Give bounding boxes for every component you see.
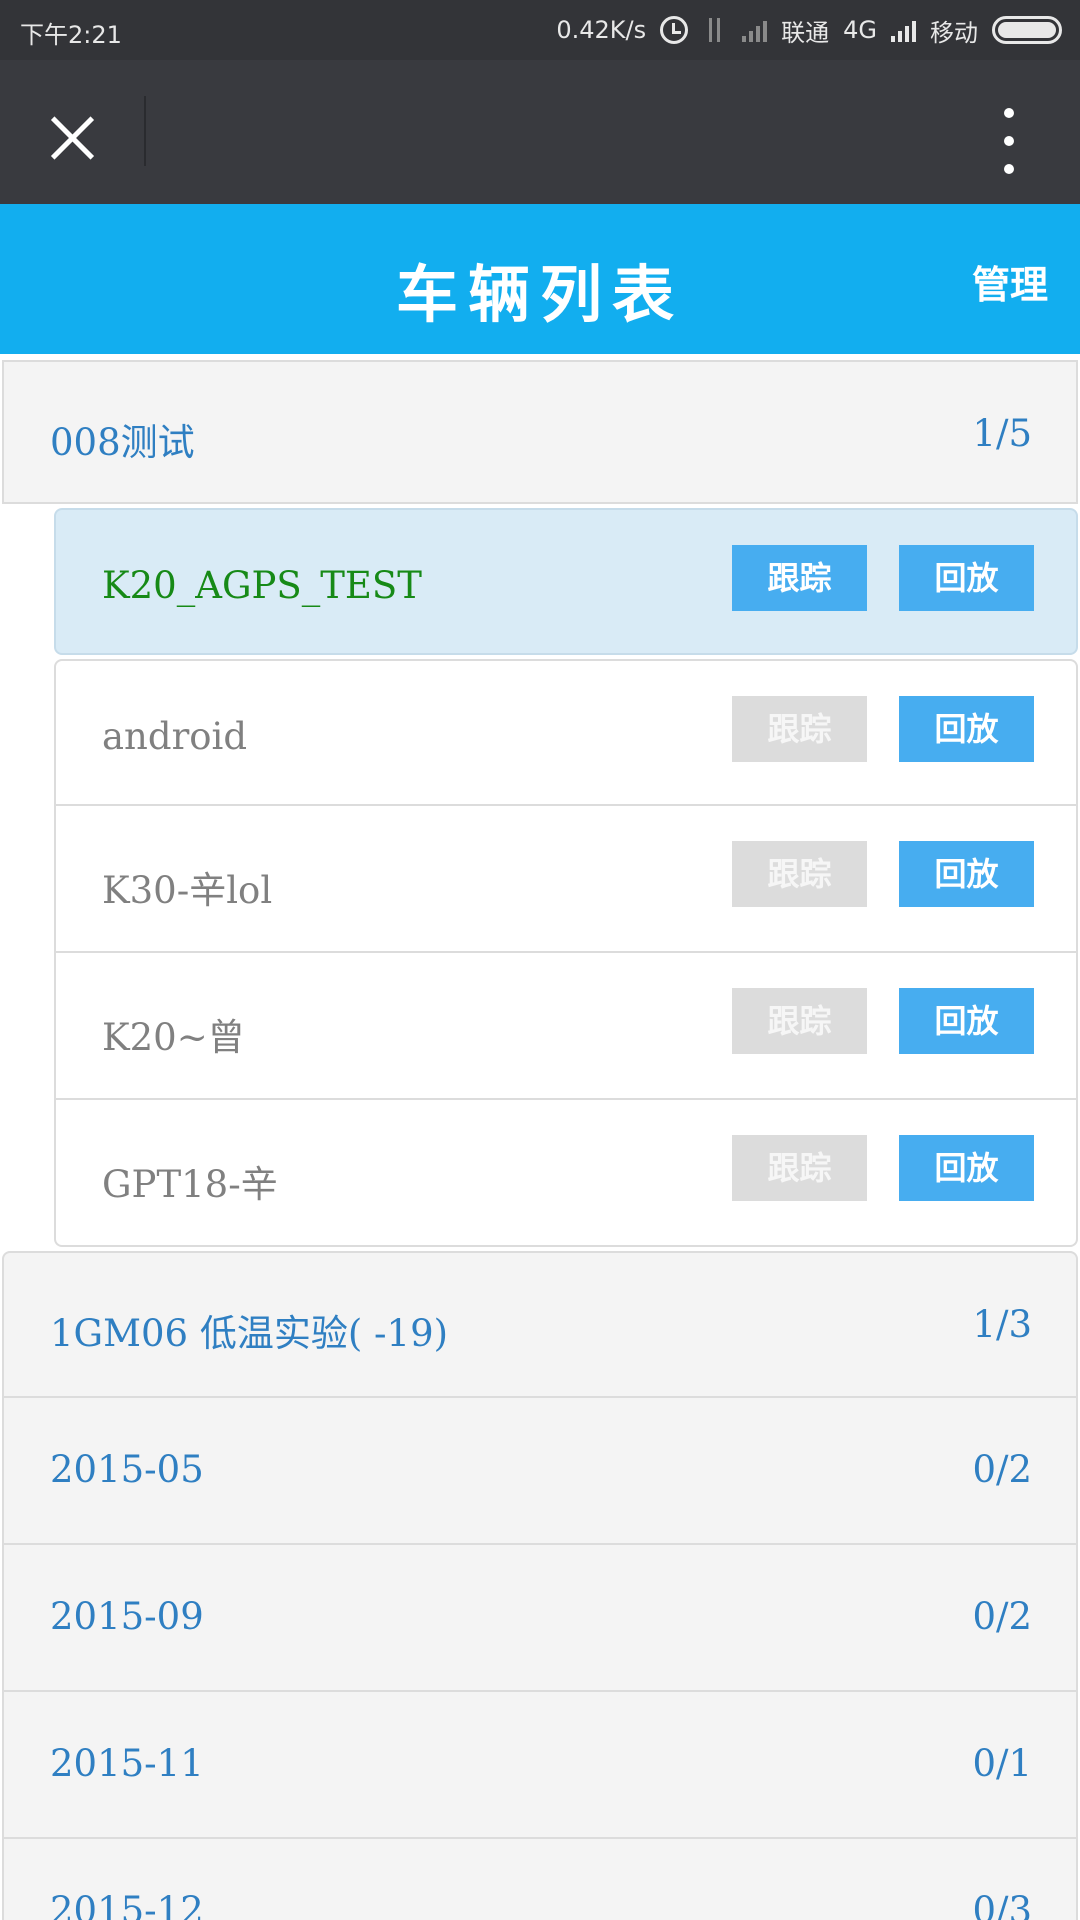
manage-button[interactable]: 管理 — [972, 254, 1048, 309]
group-count: 0/2 — [972, 1448, 1032, 1491]
vehicle-row[interactable]: K30-辛lol 跟踪 回放 — [54, 806, 1078, 953]
vehicle-name: K30-辛lol — [102, 869, 273, 912]
vehicle-list: K20_AGPS_TEST 跟踪 回放 android 跟踪 回放 K30-辛l… — [54, 508, 1078, 1247]
replay-button[interactable]: 回放 — [899, 696, 1034, 762]
signal-icon — [742, 18, 768, 42]
track-button[interactable]: 跟踪 — [732, 545, 867, 611]
page-header: 车辆列表 管理 — [0, 204, 1080, 354]
group-row[interactable]: 1GM06 低温实验( -19) 1/3 — [2, 1251, 1078, 1398]
group-count: 0/2 — [972, 1595, 1032, 1638]
page-title: 车辆列表 — [395, 258, 684, 331]
more-vertical-icon[interactable] — [980, 96, 1040, 186]
group-count: 1/5 — [972, 412, 1032, 455]
track-button: 跟踪 — [732, 696, 867, 762]
group-name: 2015-11 — [50, 1742, 204, 1785]
vehicle-name: android — [102, 715, 248, 758]
group-name: 008测试 — [50, 421, 195, 464]
group-count: 1/3 — [972, 1303, 1032, 1346]
vehicle-row[interactable]: K20_AGPS_TEST 跟踪 回放 — [54, 508, 1078, 655]
group-name: 2015-05 — [50, 1448, 204, 1491]
network-speed: 0.42K/s — [556, 16, 647, 44]
vehicle-group-list: 008测试 1/5 K20_AGPS_TEST 跟踪 回放 android 跟踪… — [0, 354, 1080, 1920]
group-count: 0/3 — [972, 1889, 1032, 1920]
group-row[interactable]: 2015-12 0/3 — [2, 1839, 1078, 1920]
network-type: 4G — [843, 16, 877, 44]
webview-toolbar — [0, 60, 1080, 204]
status-time: 下午2:21 — [20, 21, 122, 49]
group-row[interactable]: 2015-11 0/1 — [2, 1692, 1078, 1839]
vehicle-name: GPT18-辛 — [102, 1163, 278, 1206]
track-button: 跟踪 — [732, 841, 867, 907]
status-bar: 下午2:21 0.42K/s 联通 4G 移动 — [0, 0, 1080, 60]
replay-button[interactable]: 回放 — [899, 841, 1034, 907]
vehicle-row[interactable]: K20~曾 跟踪 回放 — [54, 953, 1078, 1100]
group-row[interactable]: 2015-09 0/2 — [2, 1545, 1078, 1692]
group-row[interactable]: 2015-05 0/2 — [2, 1398, 1078, 1545]
alarm-icon — [660, 16, 689, 44]
group-name: 2015-09 — [50, 1595, 204, 1638]
replay-button[interactable]: 回放 — [899, 988, 1034, 1054]
vehicle-name: K20_AGPS_TEST — [102, 564, 422, 607]
vehicle-name: K20~曾 — [102, 1016, 245, 1059]
carrier-2: 移动 — [930, 18, 978, 47]
group-name: 1GM06 低温实验( -19) — [50, 1312, 449, 1355]
data-transfer-icon — [702, 16, 728, 44]
track-button: 跟踪 — [732, 1135, 867, 1201]
vehicle-row[interactable]: android 跟踪 回放 — [54, 659, 1078, 806]
replay-button[interactable]: 回放 — [899, 1135, 1034, 1201]
battery-icon — [992, 16, 1062, 44]
track-button: 跟踪 — [732, 988, 867, 1054]
group-row[interactable]: 008测试 1/5 — [2, 360, 1078, 504]
toolbar-divider — [144, 96, 146, 166]
group-count: 0/1 — [972, 1742, 1032, 1785]
status-icons: 0.42K/s 联通 4G 移动 — [556, 12, 1062, 48]
group-name: 2015-12 — [50, 1889, 204, 1920]
signal-icon — [891, 18, 916, 42]
carrier-1: 联通 — [781, 18, 830, 47]
close-icon[interactable] — [30, 96, 114, 180]
vehicle-row[interactable]: GPT18-辛 跟踪 回放 — [54, 1100, 1078, 1247]
replay-button[interactable]: 回放 — [899, 545, 1034, 611]
